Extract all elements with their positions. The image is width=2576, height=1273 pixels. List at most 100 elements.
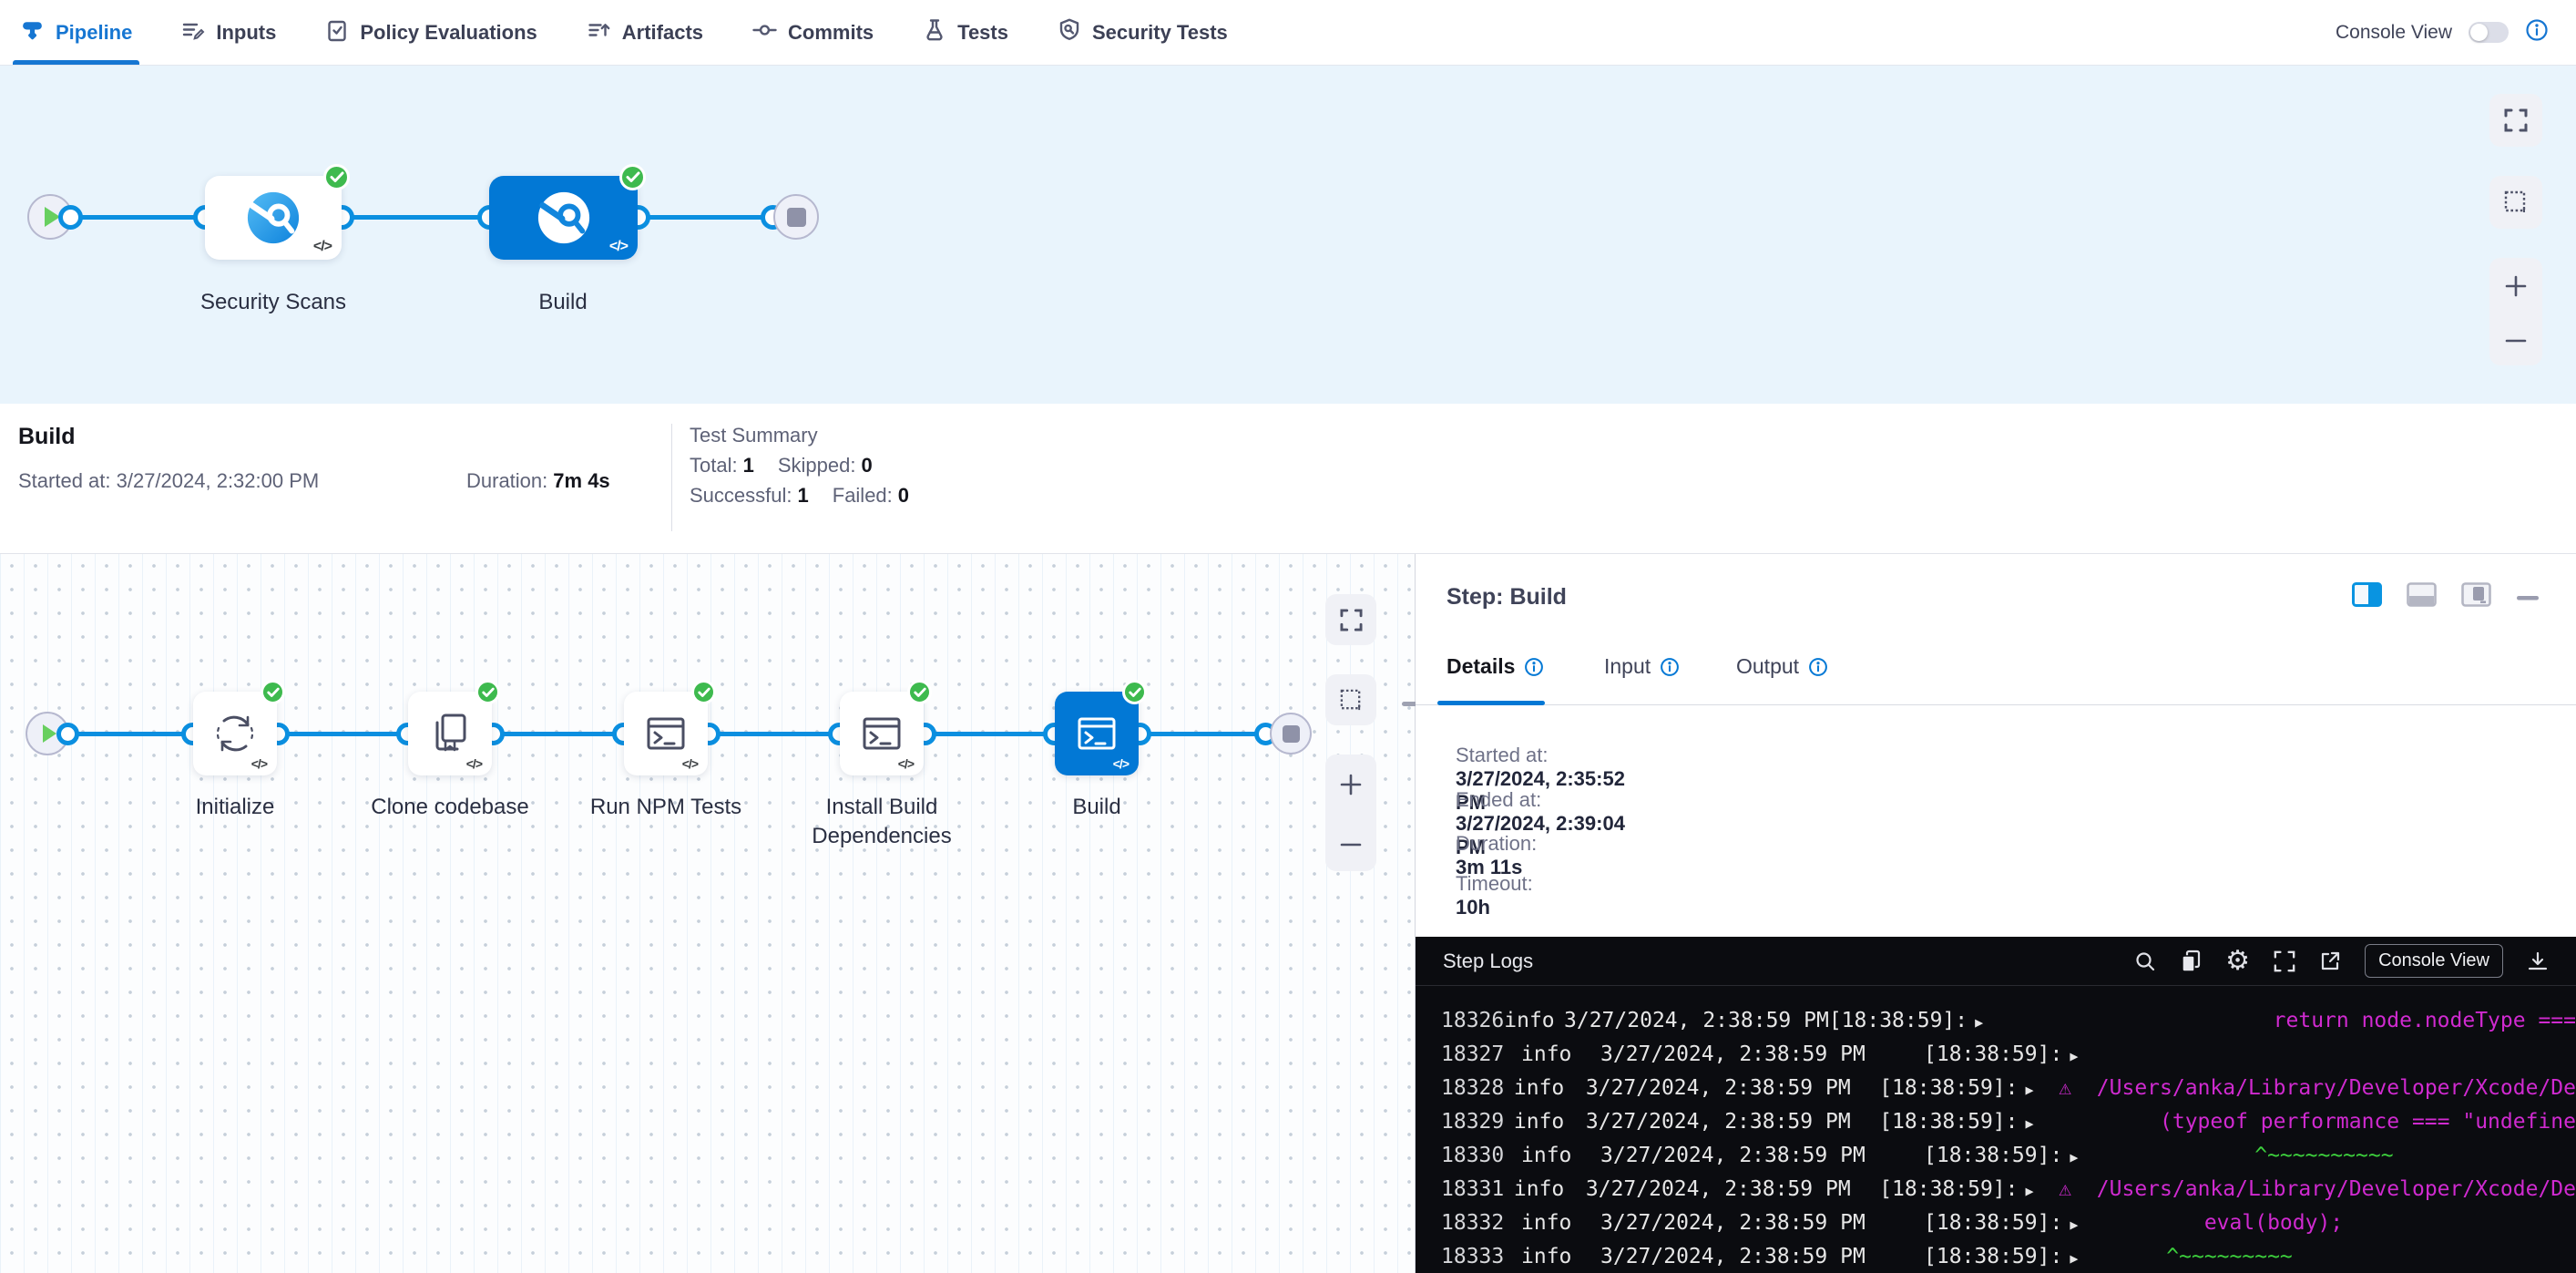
tab-policy-evaluations[interactable]: Policy Evaluations (325, 0, 537, 65)
info-icon[interactable] (1660, 657, 1680, 677)
successful-label: Successful: (690, 484, 792, 507)
search-logs-icon[interactable] (2134, 950, 2156, 972)
marquee-select-button[interactable] (1325, 674, 1376, 725)
step-node-run-npm-tests[interactable]: </> (624, 692, 708, 775)
stage-graph-canvas[interactable]: </> Security Scans </> Build (0, 66, 2576, 404)
stage-scan-icon (536, 190, 592, 246)
expand-arrow-icon[interactable]: ▶ (2070, 1242, 2078, 1273)
step-label: Build (1006, 793, 1188, 822)
step-panel-title: Step: Build (1446, 584, 1567, 611)
expand-arrow-icon[interactable]: ▶ (2070, 1141, 2078, 1175)
step-label: Initialize (144, 793, 326, 822)
success-badge (691, 680, 716, 704)
step-graph-canvas[interactable]: </> Initialize </> Clone codebase (0, 554, 1415, 1273)
step-node-clone-codebase[interactable]: </> (408, 692, 492, 775)
expand-arrow-icon[interactable]: ▶ (2026, 1107, 2034, 1141)
zoom-controls (2489, 258, 2542, 365)
log-line: 18331info3/27/2024, 2:38:59 PM[18:38:59]… (1416, 1173, 2576, 1206)
log-line-number: 18326 (1441, 1004, 1504, 1038)
collapse-panel-button[interactable] (2516, 589, 2540, 605)
info-icon[interactable] (2525, 18, 2549, 46)
log-time: [18:38:59]: (1924, 1240, 2062, 1273)
tab-output[interactable]: Output (1736, 654, 1828, 679)
expand-arrow-icon[interactable]: ▶ (2026, 1073, 2034, 1107)
yaml-code-icon: </> (466, 756, 482, 771)
fullscreen-canvas-button[interactable] (1325, 594, 1376, 645)
stage-label: Security Scans (182, 288, 364, 317)
stage-label: Build (472, 288, 654, 317)
fullscreen-canvas-button[interactable] (2489, 94, 2542, 147)
download-logs-icon[interactable] (2527, 950, 2549, 972)
policy-evaluations-icon (325, 18, 349, 47)
log-level: info (1521, 1206, 1600, 1240)
expand-arrow-icon[interactable]: ▶ (2070, 1208, 2078, 1242)
terminal-icon (858, 710, 905, 757)
log-level: info (1521, 1139, 1600, 1173)
expand-arrow-icon[interactable]: ▶ (2070, 1040, 2078, 1073)
log-timestamp: 3/27/2024, 2:38:59 PM (1600, 1206, 1924, 1240)
log-timestamp: 3/27/2024, 2:38:59 PM (1600, 1139, 1924, 1173)
total-label: Total: (690, 454, 738, 477)
copy-logs-icon[interactable] (2180, 950, 2202, 973)
yaml-code-icon: </> (251, 756, 267, 771)
tab-label: Output (1736, 654, 1799, 679)
log-time: [18:38:59]: (1879, 1105, 2018, 1139)
step-node-build[interactable]: </> (1055, 692, 1139, 775)
tab-label: Pipeline (56, 21, 132, 45)
active-tab-underline (1437, 701, 1545, 705)
tab-commits[interactable]: Commits (752, 0, 874, 65)
tab-details[interactable]: Details (1446, 654, 1544, 679)
open-in-new-icon[interactable] (2319, 950, 2341, 972)
tab-label: Security Tests (1092, 21, 1228, 45)
port (56, 723, 79, 745)
stop-icon (1283, 725, 1300, 743)
tab-label: Artifacts (622, 21, 703, 45)
failed-label: Failed: (833, 484, 893, 507)
yaml-code-icon: </> (313, 239, 332, 255)
step-node-initialize[interactable]: </> (193, 692, 277, 775)
zoom-in-button[interactable] (2503, 273, 2529, 303)
expand-logs-icon[interactable] (2274, 950, 2295, 972)
layout-split-right-button[interactable] (2352, 582, 2382, 611)
log-settings-icon[interactable]: ⚙ (2225, 948, 2250, 975)
tab-input[interactable]: Input (1604, 654, 1680, 679)
zoom-in-button[interactable] (1338, 772, 1364, 802)
step-logs-output[interactable]: 18326info3/27/2024, 2:38:59 PM[18:38:59]… (1416, 986, 2576, 1273)
expand-arrow-icon[interactable]: ▶ (2026, 1175, 2034, 1208)
layout-right-drawer-button[interactable] (2461, 582, 2491, 611)
log-timestamp: 3/27/2024, 2:38:59 PM (1586, 1072, 1879, 1105)
step-panel-tabs: Details Input Output (1416, 645, 2576, 705)
stage-node-security-scans[interactable]: </> (205, 176, 342, 260)
log-level: info (1514, 1072, 1586, 1105)
console-view-toggle[interactable] (2469, 22, 2509, 43)
info-icon[interactable] (1808, 657, 1828, 677)
zoom-out-button[interactable] (2503, 334, 2529, 350)
stage-node-build[interactable]: </> (489, 176, 638, 260)
success-badge (907, 680, 932, 704)
tab-pipeline[interactable]: Pipeline (20, 0, 132, 65)
tab-security-tests[interactable]: Security Tests (1058, 0, 1228, 65)
zoom-out-button[interactable] (1338, 837, 1364, 854)
skipped-label: Skipped: (778, 454, 856, 477)
console-view-button[interactable]: Console View (2365, 944, 2503, 978)
log-message: /Users/anka/Library/Developer/Xcode/De (2071, 1173, 2576, 1206)
layout-split-bottom-button[interactable] (2407, 582, 2437, 611)
step-label: Install Build Dependencies (795, 793, 968, 851)
tab-tests[interactable]: Tests (923, 0, 1008, 65)
terminal-icon (642, 710, 690, 757)
detail-row: Timeout: 10h (1456, 872, 1634, 919)
tab-inputs[interactable]: Inputs (181, 0, 276, 65)
summary-started-at: Started at: 3/27/2024, 2:32:00 PM (18, 469, 319, 493)
marquee-select-button[interactable] (2489, 176, 2542, 229)
tab-label: Commits (788, 21, 874, 45)
expand-arrow-icon[interactable]: ▶ (1975, 1006, 1983, 1040)
clone-codebase-icon (426, 710, 474, 757)
step-node-install-build-dependencies[interactable]: </> (840, 692, 924, 775)
log-line: 18329info3/27/2024, 2:38:59 PM[18:38:59]… (1416, 1105, 2576, 1139)
tab-artifacts[interactable]: Artifacts (587, 0, 703, 65)
info-icon[interactable] (1524, 657, 1544, 677)
total-value: 1 (743, 454, 754, 477)
stage-scan-icon (245, 190, 302, 246)
yaml-code-icon: </> (682, 756, 698, 771)
tab-label: Inputs (216, 21, 276, 45)
